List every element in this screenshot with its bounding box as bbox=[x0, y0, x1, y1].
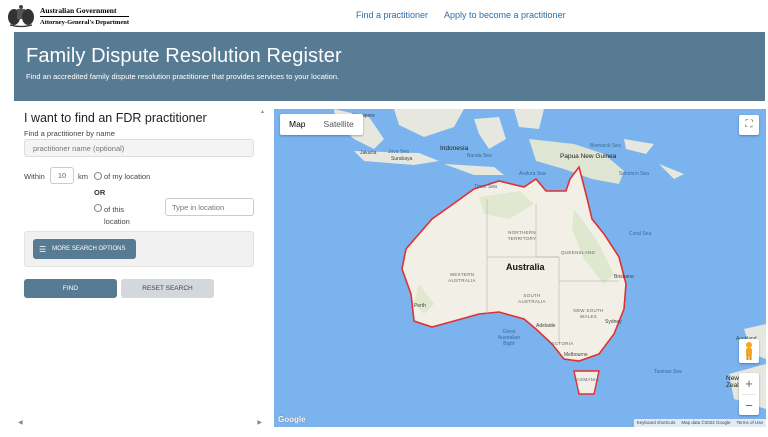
map-type-satellite[interactable]: Satellite bbox=[315, 114, 363, 135]
label-victoria: VICTORIA bbox=[550, 341, 574, 346]
my-location-radio[interactable] bbox=[94, 172, 102, 180]
find-button[interactable]: FIND bbox=[24, 279, 117, 298]
label-sydney: Sydney bbox=[605, 319, 622, 325]
practitioner-name-input[interactable] bbox=[24, 139, 254, 157]
label-tasman-sea: Tasman Sea bbox=[654, 369, 682, 375]
label-arafura-sea: Arafura Sea bbox=[519, 171, 546, 177]
name-label: Find a practitioner by name bbox=[24, 129, 115, 138]
label-queensland: QUEENSLAND bbox=[561, 250, 596, 255]
page-subtitle: Find an accredited family dispute resolu… bbox=[26, 72, 340, 81]
page-title: Family Dispute Resolution Register bbox=[26, 45, 342, 67]
page-banner: Family Dispute Resolution Register Find … bbox=[14, 32, 765, 101]
search-heading: I want to find an FDR practitioner bbox=[24, 111, 207, 125]
label-adelaide: Adelaide bbox=[536, 323, 556, 329]
horizontal-scrollbar[interactable]: ◀ ▶ bbox=[14, 419, 266, 427]
zoom-out-button[interactable]: − bbox=[739, 395, 759, 416]
label-papua-new-guinea: Papua New Guinea bbox=[560, 153, 617, 160]
coat-of-arms-icon bbox=[6, 4, 36, 28]
zoom-in-button[interactable]: + bbox=[739, 373, 759, 394]
km-input[interactable] bbox=[50, 167, 74, 184]
top-bar: Australian Government Attorney-General's… bbox=[0, 0, 768, 32]
label-bismarck-sea: Bismarck Sea bbox=[590, 143, 621, 149]
label-solomon-sea: Solomon Sea bbox=[619, 171, 650, 177]
reset-search-button[interactable]: RESET SEARCH bbox=[121, 279, 214, 298]
label-australia: Australia bbox=[506, 262, 545, 272]
location-input[interactable] bbox=[165, 198, 254, 216]
label-northern-territory: NORTHERN TERRITORY bbox=[507, 230, 537, 241]
gov-line1: Australian Government bbox=[40, 5, 117, 15]
scroll-up-icon[interactable]: ▲ bbox=[260, 109, 265, 115]
label-melbourne: Melbourne bbox=[564, 352, 588, 358]
label-banda-sea: Banda Sea bbox=[467, 153, 492, 159]
or-label: OR bbox=[94, 188, 106, 197]
label-timor-sea: Timor Sea bbox=[474, 184, 497, 190]
gov-line2: Attorney-General's Department bbox=[40, 15, 129, 27]
label-perth: Perth bbox=[414, 303, 426, 309]
zoom-control: + − bbox=[739, 373, 759, 415]
km-unit: km bbox=[78, 172, 88, 181]
terms-of-use-link[interactable]: Terms of Use bbox=[733, 419, 766, 427]
map-attribution: Keyboard shortcuts Map data ©2022 Google… bbox=[633, 419, 766, 427]
more-options-label: MORE SEARCH OPTIONS bbox=[52, 246, 126, 252]
fullscreen-icon[interactable]: ⛶ bbox=[739, 115, 759, 135]
sliders-icon: ☰ bbox=[39, 244, 47, 254]
this-location-radio[interactable] bbox=[94, 204, 102, 212]
label-tasmania: TASMANIA bbox=[574, 377, 600, 382]
nav-find-practitioner[interactable]: Find a practitioner bbox=[356, 10, 428, 20]
map-type-control: Map Satellite bbox=[280, 114, 363, 135]
within-label: Within bbox=[24, 172, 45, 181]
street-view-pegman-icon[interactable] bbox=[739, 339, 759, 363]
google-logo[interactable]: Google bbox=[278, 415, 306, 424]
label-coral-sea: Coral Sea bbox=[629, 231, 652, 237]
gov-logo[interactable]: Australian Government Attorney-General's… bbox=[6, 4, 129, 28]
search-panel: I want to find an FDR practitioner Find … bbox=[14, 107, 266, 427]
label-new-south-wales: NEW SOUTH WALES bbox=[573, 308, 604, 319]
more-search-options-button[interactable]: ☰ MORE SEARCH OPTIONS bbox=[33, 239, 136, 259]
keyboard-shortcuts-link[interactable]: Keyboard shortcuts bbox=[634, 419, 679, 427]
label-indonesia: Indonesia bbox=[440, 145, 469, 152]
label-brisbane: Brisbane bbox=[614, 274, 634, 280]
label-java-sea: Java Sea bbox=[388, 149, 409, 155]
scroll-left-icon[interactable]: ◀ bbox=[18, 419, 23, 426]
my-location-label[interactable]: of my location bbox=[104, 172, 150, 181]
map-type-map[interactable]: Map bbox=[280, 114, 315, 135]
scroll-right-icon[interactable]: ▶ bbox=[257, 419, 262, 426]
label-surabaya: Surabaya bbox=[391, 156, 413, 162]
label-south-australia: SOUTH AUSTRALIA bbox=[518, 293, 546, 304]
label-jakarta: Jakarta bbox=[360, 150, 377, 156]
map-view[interactable]: Singapore Jakarta Surabaya Java Sea Indo… bbox=[274, 109, 766, 427]
vertical-scrollbar[interactable]: ▲ bbox=[260, 109, 266, 419]
label-western-australia: WESTERN AUSTRALIA bbox=[448, 272, 476, 283]
this-location-label[interactable]: of this location bbox=[104, 204, 144, 228]
nav-apply-practitioner[interactable]: Apply to become a practitioner bbox=[444, 10, 566, 20]
more-options-box: ☰ MORE SEARCH OPTIONS bbox=[24, 231, 254, 267]
label-great-australian-bight: Great Australian Bight bbox=[497, 329, 521, 347]
map-data-label: Map data ©2022 Google bbox=[681, 420, 731, 425]
